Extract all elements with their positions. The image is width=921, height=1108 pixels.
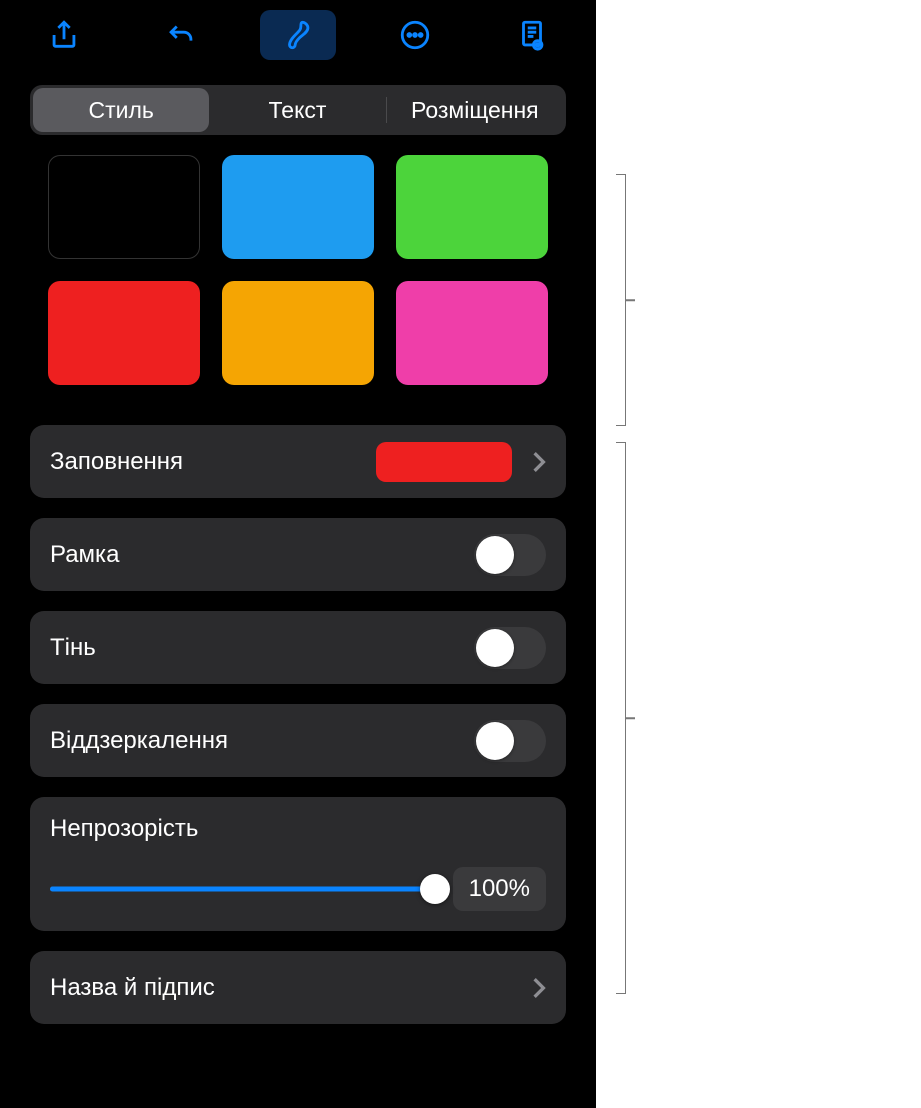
opacity-slider-thumb[interactable]: [420, 874, 450, 904]
fill-label: Заповнення: [50, 448, 376, 476]
reflection-row: Віддзеркалення: [30, 704, 566, 777]
document-view-button[interactable]: [494, 10, 570, 60]
border-label: Рамка: [50, 541, 474, 569]
opacity-label: Непрозорість: [50, 815, 546, 843]
style-swatch-blue[interactable]: [222, 155, 374, 259]
opacity-slider-fill: [50, 887, 435, 892]
fill-color-preview: [376, 442, 512, 482]
format-tabs: Стиль Текст Розміщення: [30, 85, 566, 135]
border-toggle[interactable]: [474, 534, 546, 576]
share-button[interactable]: [26, 10, 102, 60]
style-swatch-black[interactable]: [48, 155, 200, 259]
tab-arrange[interactable]: Розміщення: [387, 88, 563, 132]
title-caption-row[interactable]: Назва й підпис: [30, 951, 566, 1024]
tab-text-label: Текст: [269, 97, 327, 124]
style-options: Заповнення Рамка Тінь Віддзеркалення Неп…: [0, 425, 596, 1024]
chevron-right-icon: [532, 977, 546, 999]
tab-text[interactable]: Текст: [209, 88, 385, 132]
style-swatch-red[interactable]: [48, 281, 200, 385]
fill-row[interactable]: Заповнення: [30, 425, 566, 498]
style-swatch-pink[interactable]: [396, 281, 548, 385]
more-button[interactable]: [377, 10, 453, 60]
opacity-row: Непрозорість 100%: [30, 797, 566, 931]
tab-arrange-label: Розміщення: [411, 97, 539, 124]
shadow-row: Тінь: [30, 611, 566, 684]
format-panel: Стиль Текст Розміщення Заповнення Рамка …: [0, 0, 596, 1108]
border-row: Рамка: [30, 518, 566, 591]
format-brush-button[interactable]: [260, 10, 336, 60]
reflection-toggle[interactable]: [474, 720, 546, 762]
title-caption-label: Назва й підпис: [50, 974, 532, 1002]
opacity-value[interactable]: 100%: [453, 867, 546, 911]
shadow-toggle[interactable]: [474, 627, 546, 669]
opacity-slider[interactable]: [50, 875, 435, 903]
callout-bracket-options: [616, 442, 626, 994]
callout-bracket-styles: [616, 174, 626, 426]
tab-style-label: Стиль: [88, 97, 153, 124]
tab-style[interactable]: Стиль: [33, 88, 209, 132]
chevron-right-icon: [532, 451, 546, 473]
toolbar: [0, 0, 596, 70]
undo-button[interactable]: [143, 10, 219, 60]
style-swatch-grid: [0, 155, 596, 405]
style-swatch-green[interactable]: [396, 155, 548, 259]
shadow-label: Тінь: [50, 634, 474, 662]
reflection-label: Віддзеркалення: [50, 727, 474, 755]
style-swatch-orange[interactable]: [222, 281, 374, 385]
